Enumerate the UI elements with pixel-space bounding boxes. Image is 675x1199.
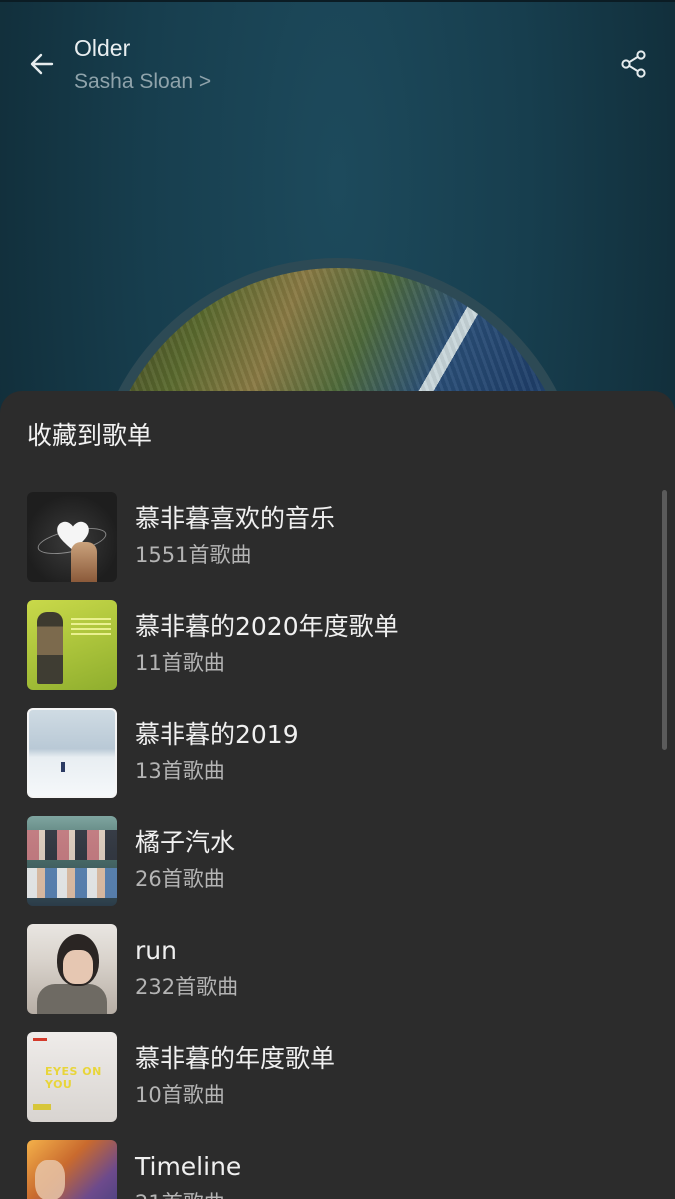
playlist-item[interactable]: 慕非暮喜欢的音乐 1551首歌曲	[0, 492, 660, 600]
playlist-cover: EYES ON YOU	[27, 1032, 117, 1122]
share-button[interactable]	[614, 44, 654, 84]
playlist-cover	[27, 1140, 117, 1199]
playlist-cover	[27, 492, 117, 582]
playlist-count: 26首歌曲	[135, 867, 225, 891]
song-title: Older	[74, 35, 131, 61]
cover-figure-face	[63, 950, 93, 984]
back-button[interactable]	[22, 44, 62, 84]
playlist-name: 慕非暮喜欢的音乐	[135, 504, 336, 533]
playlist-cover	[27, 600, 117, 690]
cover-figure-face	[35, 1160, 65, 1199]
playlist-item[interactable]: Timeline 21首歌曲	[0, 1140, 660, 1199]
playlist-count: 13首歌曲	[135, 759, 225, 783]
cover-text-decoration	[71, 618, 111, 638]
cover-figure-coat	[37, 984, 107, 1014]
playlist-count: 232首歌曲	[135, 975, 239, 999]
arrow-left-icon	[30, 53, 54, 75]
playlist-item[interactable]: 橘子汽水 26首歌曲	[0, 816, 660, 924]
playlist-name: 橘子汽水	[135, 828, 236, 857]
sheet-title: 收藏到歌单	[27, 421, 153, 450]
playlist-name: 慕非暮的2019	[135, 720, 299, 749]
playlist-count: 10首歌曲	[135, 1083, 225, 1107]
playlist-name: run	[135, 936, 177, 965]
playlist-count: 21首歌曲	[135, 1188, 225, 1199]
cover-title-text: EYES ON YOU	[45, 1065, 102, 1091]
playlist-item[interactable]: run 232首歌曲	[0, 924, 660, 1032]
playlist-cover	[27, 924, 117, 1014]
cover-group-row	[27, 868, 117, 898]
share-icon	[621, 50, 646, 78]
playlist-name: Timeline	[135, 1152, 242, 1181]
playlist-name: 慕非暮的年度歌单	[135, 1044, 336, 1073]
playlist-count: 1551首歌曲	[135, 543, 252, 567]
cover-logo-mark	[33, 1038, 47, 1041]
player-screen: Older Sasha Sloan > 收藏到歌单 慕非暮喜欢的音乐 1551首…	[0, 0, 675, 1199]
cover-sub-mark	[33, 1104, 51, 1110]
playlist-item[interactable]: 慕非暮的2020年度歌单 11首歌曲	[0, 600, 660, 708]
cover-figure	[71, 542, 97, 582]
add-to-playlist-sheet: 收藏到歌单 慕非暮喜欢的音乐 1551首歌曲 慕非暮的2020年度歌单 11首歌…	[0, 391, 675, 1199]
playlist-item[interactable]: 慕非暮的2019 13首歌曲	[0, 708, 660, 816]
cover-figure	[61, 762, 65, 772]
scrollbar[interactable]	[662, 490, 667, 750]
playlist-cover	[27, 816, 117, 906]
playlist-list: 慕非暮喜欢的音乐 1551首歌曲 慕非暮的2020年度歌单 11首歌曲 慕非暮的…	[0, 492, 660, 1199]
status-strip	[0, 0, 675, 2]
playlist-name: 慕非暮的2020年度歌单	[135, 612, 399, 641]
playlist-count: 11首歌曲	[135, 651, 225, 675]
cover-group-row	[27, 830, 117, 860]
playlist-item[interactable]: EYES ON YOU 慕非暮的年度歌单 10首歌曲	[0, 1032, 660, 1140]
playlist-cover	[27, 708, 117, 798]
cover-figure	[37, 612, 63, 684]
artist-link[interactable]: Sasha Sloan >	[74, 68, 211, 96]
